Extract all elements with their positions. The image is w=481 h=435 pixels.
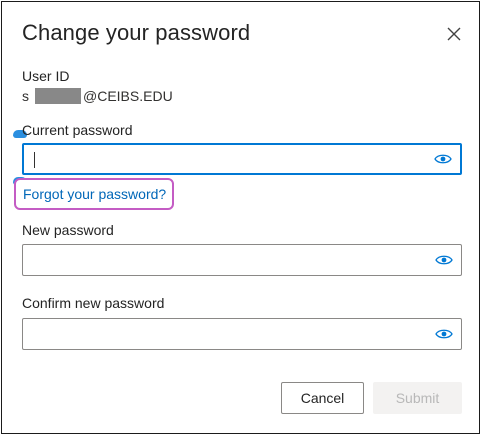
- dialog-title: Change your password: [22, 20, 251, 45]
- show-new-password-button[interactable]: [433, 251, 455, 269]
- user-id-value: s @CEIBS.EDU: [22, 88, 173, 104]
- eye-icon: [435, 255, 453, 265]
- confirm-password-field[interactable]: [22, 318, 462, 350]
- show-current-password-button[interactable]: [432, 150, 454, 168]
- current-password-input[interactable]: [34, 145, 424, 173]
- new-password-input[interactable]: [33, 245, 425, 275]
- close-button[interactable]: [442, 22, 466, 46]
- user-id-suffix: @CEIBS.EDU: [83, 88, 173, 104]
- eye-icon: [434, 154, 452, 164]
- new-password-field[interactable]: [22, 244, 462, 276]
- forgot-password-link[interactable]: Forgot your password?: [14, 178, 174, 210]
- redacted-block: [35, 88, 81, 104]
- eye-icon: [435, 329, 453, 339]
- submit-button[interactable]: Submit: [373, 382, 462, 414]
- cancel-button[interactable]: Cancel: [281, 382, 364, 414]
- confirm-password-label: Confirm new password: [22, 295, 165, 311]
- close-icon: [447, 27, 461, 41]
- new-password-label: New password: [22, 222, 114, 238]
- user-id-label: User ID: [22, 68, 70, 84]
- current-password-field[interactable]: [22, 143, 462, 175]
- user-id-prefix: s: [22, 88, 29, 104]
- show-confirm-password-button[interactable]: [433, 325, 455, 343]
- change-password-dialog: Change your password User ID s @CEIBS.ED…: [1, 1, 480, 434]
- confirm-password-input[interactable]: [33, 319, 425, 349]
- current-password-label: Current password: [22, 122, 133, 138]
